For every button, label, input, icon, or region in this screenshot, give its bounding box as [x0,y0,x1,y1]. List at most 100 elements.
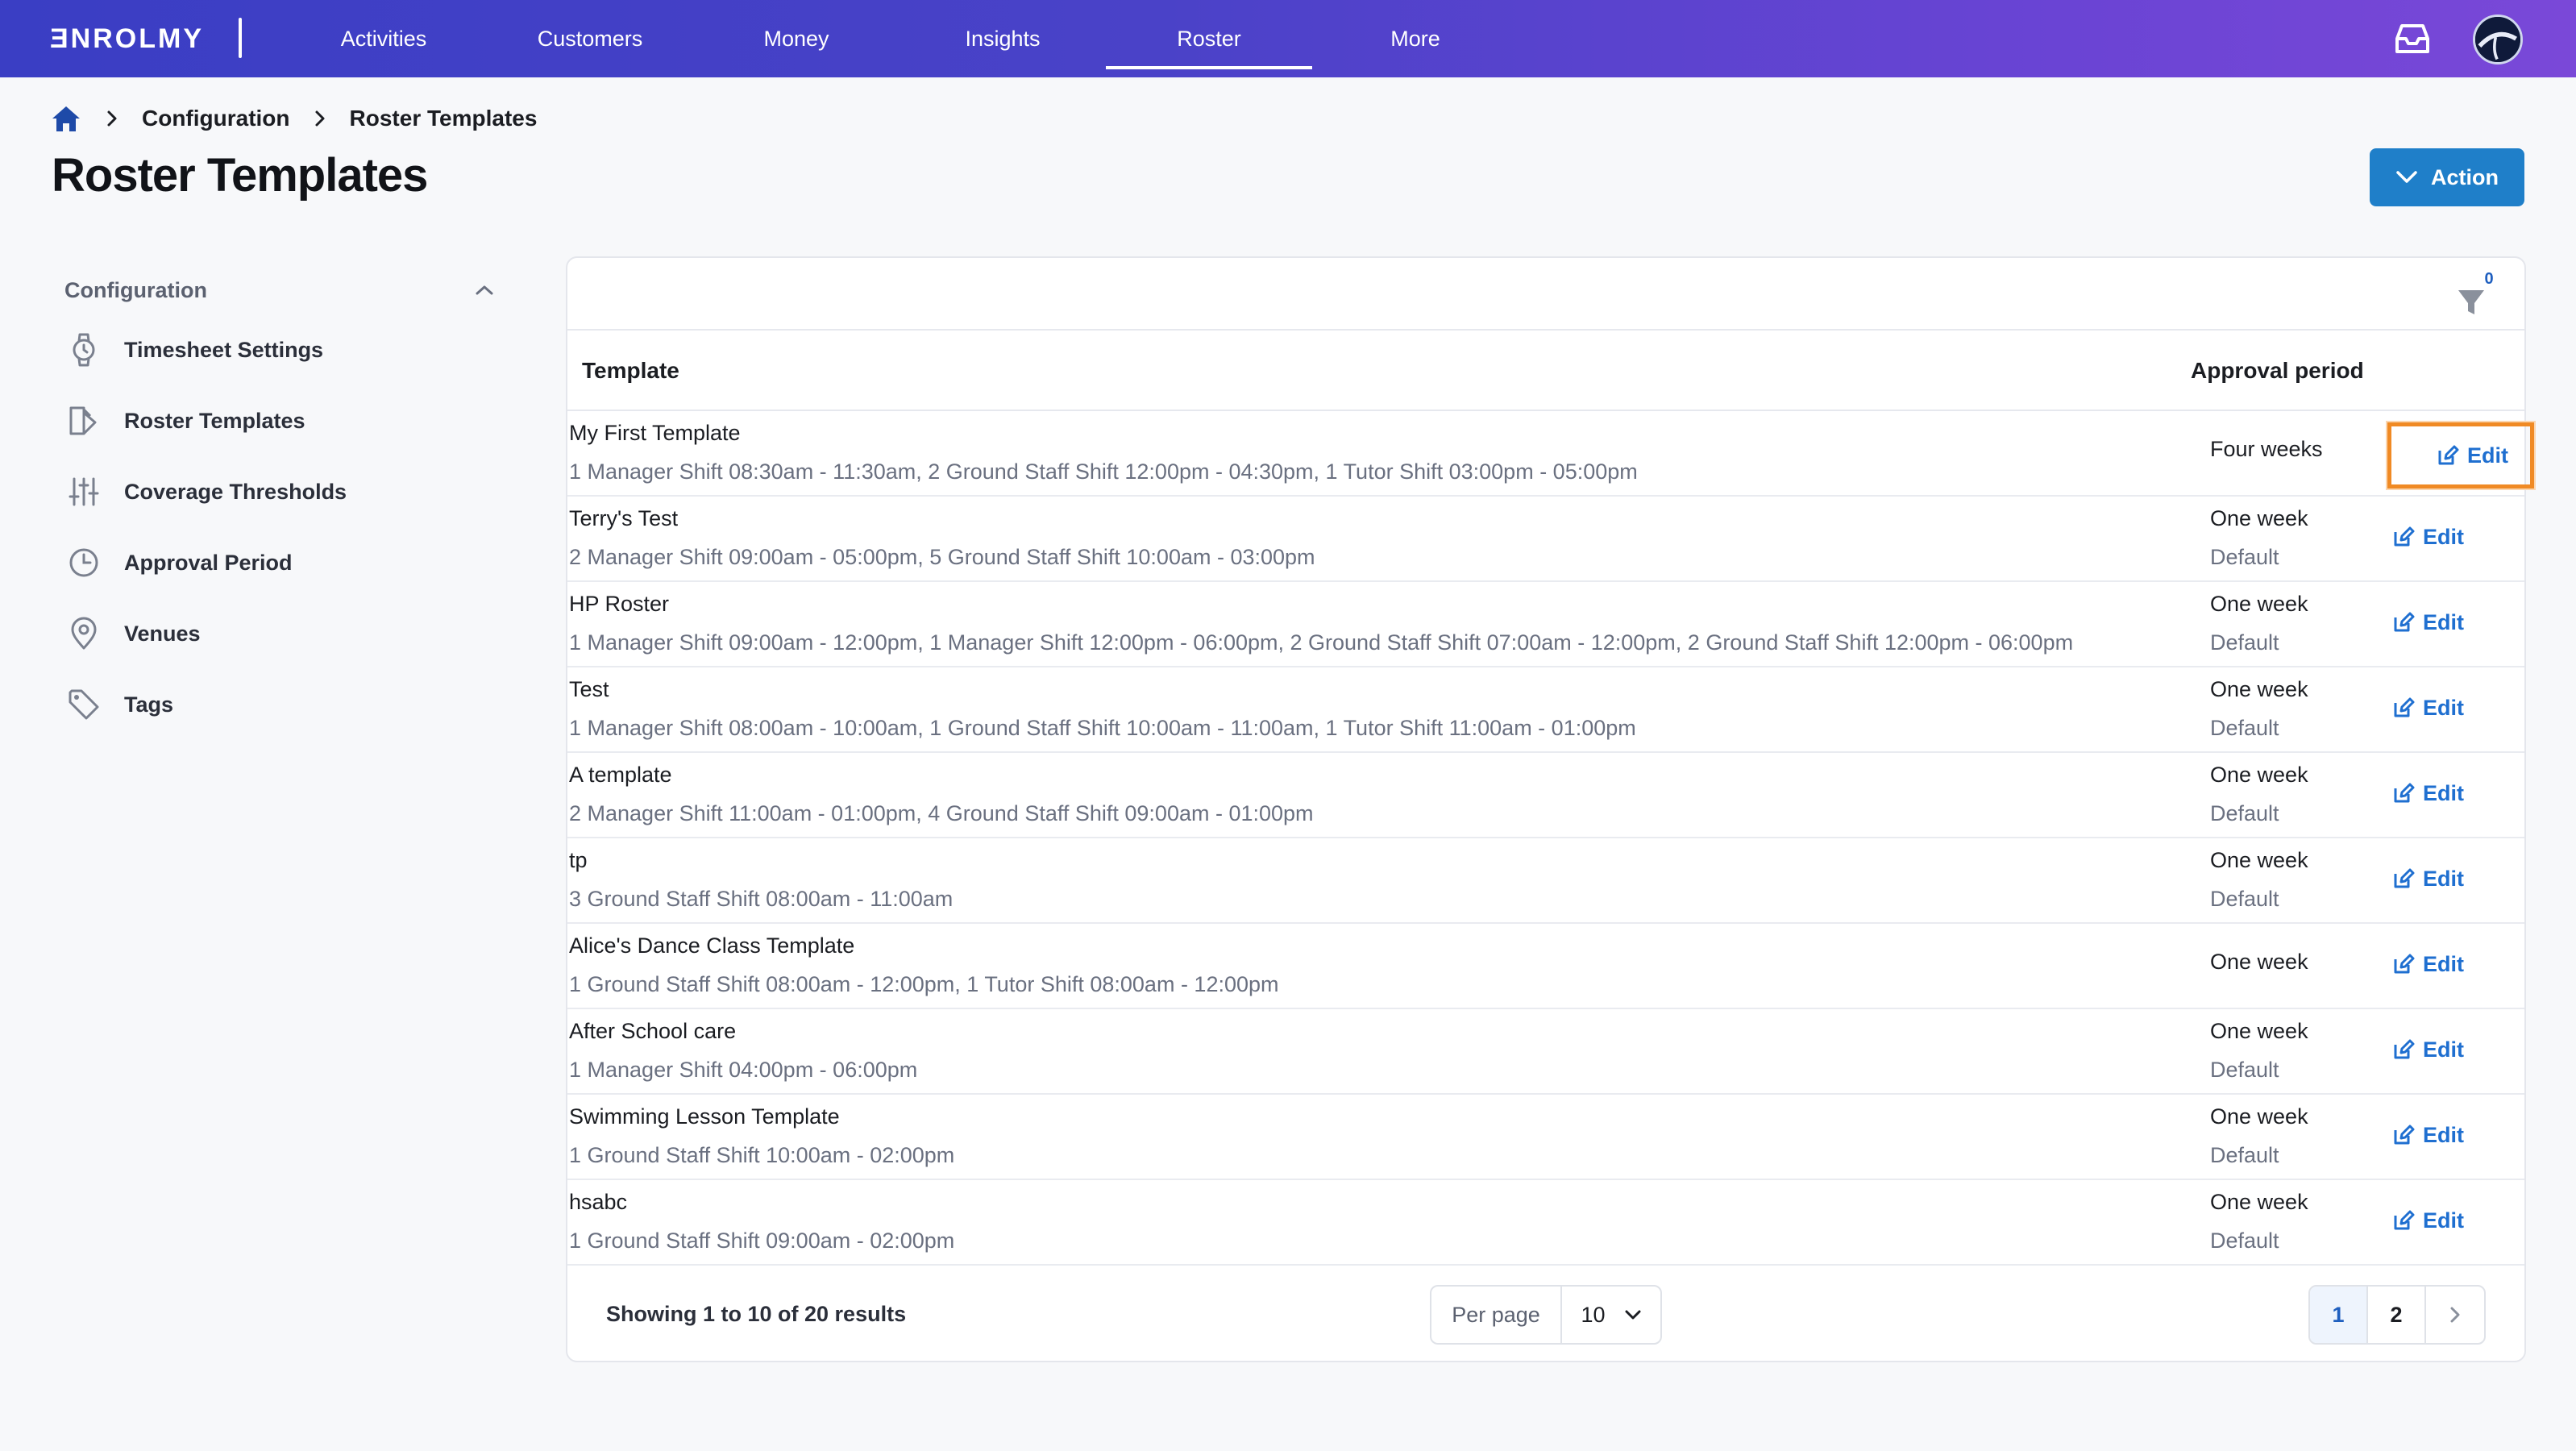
sidebar-item-label: Tags [124,692,174,717]
table-row: Swimming Lesson Template 1 Ground Staff S… [567,1095,2524,1180]
approval-period-value: One week [2210,592,2308,616]
table-row: Terry's Test 2 Manager Shift 09:00am - 05… [567,497,2524,582]
config-sidebar: Configuration Timesheet Settings Roster … [50,266,508,740]
home-icon[interactable] [50,104,82,133]
nav-label: Activities [340,26,427,51]
sidebar-item-label: Approval Period [124,550,293,575]
sidebar-item-coverage-thresholds[interactable]: Coverage Thresholds [50,456,508,527]
edit-button[interactable]: Edit [2392,1119,2464,1151]
sidebar-item-tags[interactable]: Tags [50,669,508,740]
default-label: Default [2210,630,2279,655]
template-shifts: 1 Manager Shift 04:00pm - 06:00pm [569,1058,918,1082]
nav-insights[interactable]: Insights [900,0,1106,77]
edit-icon [2392,526,2415,548]
breadcrumb-roster-templates[interactable]: Roster Templates [350,106,538,131]
edit-icon [2392,1124,2415,1146]
sliders-icon [66,474,102,509]
tag-icon [66,687,102,722]
brand-logo[interactable]: ƎNROLMY [50,21,204,56]
sidebar-item-roster-templates[interactable]: Roster Templates [50,385,508,456]
edit-label: Edit [2423,1037,2464,1062]
default-label: Default [2210,716,2279,740]
action-button-label: Action [2431,164,2499,189]
chevron-right-icon [107,110,117,127]
edit-label: Edit [2423,695,2464,720]
page-button-2[interactable]: 2 [2368,1287,2426,1343]
template-shifts: 1 Ground Staff Shift 09:00am - 02:00pm [569,1229,955,1253]
template-shifts: 1 Ground Staff Shift 10:00am - 02:00pm [569,1143,955,1167]
per-page-select[interactable]: 10 [1562,1287,1660,1343]
approval-period-value: One week [2210,950,2308,974]
watch-icon [66,332,102,368]
edit-button[interactable]: Edit [2392,863,2464,895]
template-shifts: 1 Manager Shift 08:00am - 10:00am, 1 Gro… [569,716,1636,740]
table-row: tp 3 Ground Staff Shift 08:00am - 11:00am… [567,838,2524,924]
edit-button[interactable]: Edit [2392,948,2464,980]
template-name: Alice's Dance Class Template [569,933,855,958]
results-summary: Showing 1 to 10 of 20 results [606,1301,907,1326]
approval-period-value: One week [2210,848,2308,872]
brand-logo-text: ƎNROLMY [50,23,204,54]
sidebar-item-timesheet-settings[interactable]: Timesheet Settings [50,314,508,385]
breadcrumb: Configuration Roster Templates [50,103,537,134]
sidebar-item-approval-period[interactable]: Approval Period [50,527,508,598]
next-page-button[interactable] [2426,1287,2484,1343]
approval-period-value: Four weeks [2210,437,2323,461]
nav-more[interactable]: More [1312,0,1519,77]
template-name: hsabc [569,1190,628,1214]
edit-icon [2392,696,2415,719]
edit-button[interactable]: Edit [2392,1204,2464,1237]
edit-icon [2392,867,2415,890]
breadcrumb-configuration[interactable]: Configuration [142,106,290,131]
sidebar-item-label: Timesheet Settings [124,337,324,362]
approval-period-value: One week [2210,1190,2308,1214]
table-header: Template Approval period [567,331,2524,411]
sidebar-item-label: Coverage Thresholds [124,479,347,504]
table-row: HP Roster 1 Manager Shift 09:00am - 12:00… [567,582,2524,667]
template-name: Test [569,677,609,701]
default-label: Default [2210,1229,2279,1253]
nav-activities[interactable]: Activities [280,0,487,77]
chevron-down-icon [2396,171,2417,183]
edit-label: Edit [2423,1208,2464,1233]
approval-period-value: One week [2210,677,2308,701]
column-header-approval-period[interactable]: Approval period [2191,331,2364,411]
nav-label: Customers [537,26,643,51]
table-row: A template 2 Manager Shift 11:00am - 01:0… [567,753,2524,838]
clock-icon [66,545,102,580]
edit-button[interactable]: Edit [2392,606,2464,638]
template-shifts: 1 Manager Shift 08:30am - 11:30am, 2 Gro… [569,459,1638,484]
default-label: Default [2210,545,2279,569]
action-button[interactable]: Action [2370,148,2524,206]
nav-roster[interactable]: Roster [1106,0,1312,77]
template-name: Swimming Lesson Template [569,1104,840,1129]
sidebar-item-venues[interactable]: Venues [50,598,508,669]
inbox-icon[interactable] [2394,21,2431,56]
user-avatar[interactable] [2473,15,2523,64]
edit-label: Edit [2423,866,2464,891]
sidebar-item-label: Roster Templates [124,408,305,433]
chevron-right-icon [315,110,325,127]
nav-label: Roster [1177,26,1241,51]
approval-period-value: One week [2210,506,2308,530]
approval-period-value: One week [2210,763,2308,787]
edit-button[interactable]: Edit [2392,521,2464,553]
template-shifts: 2 Manager Shift 11:00am - 01:00pm, 4 Gro… [569,801,1314,825]
edit-button[interactable]: Edit [2392,777,2464,809]
template-name: tp [569,848,588,872]
column-header-template[interactable]: Template [582,331,679,411]
nav-money[interactable]: Money [693,0,900,77]
edit-button[interactable]: Edit [2392,692,2464,724]
edit-label: Edit [2423,951,2464,976]
nav-customers[interactable]: Customers [487,0,693,77]
table-toolbar: 0 [567,258,2524,331]
per-page-control: Per page 10 [1430,1285,1662,1345]
pagination: 1 2 [2308,1285,2486,1345]
sidebar-header: Configuration [64,277,207,302]
templates-table-card: 0 Template Approval period My First Temp… [566,256,2534,1362]
edit-button[interactable]: Edit [2387,422,2534,489]
edit-button[interactable]: Edit [2392,1033,2464,1066]
sidebar-section-toggle[interactable]: Configuration [50,266,508,314]
table-row: Alice's Dance Class Template 1 Ground Sta… [567,924,2524,1009]
page-button-1[interactable]: 1 [2310,1287,2368,1343]
